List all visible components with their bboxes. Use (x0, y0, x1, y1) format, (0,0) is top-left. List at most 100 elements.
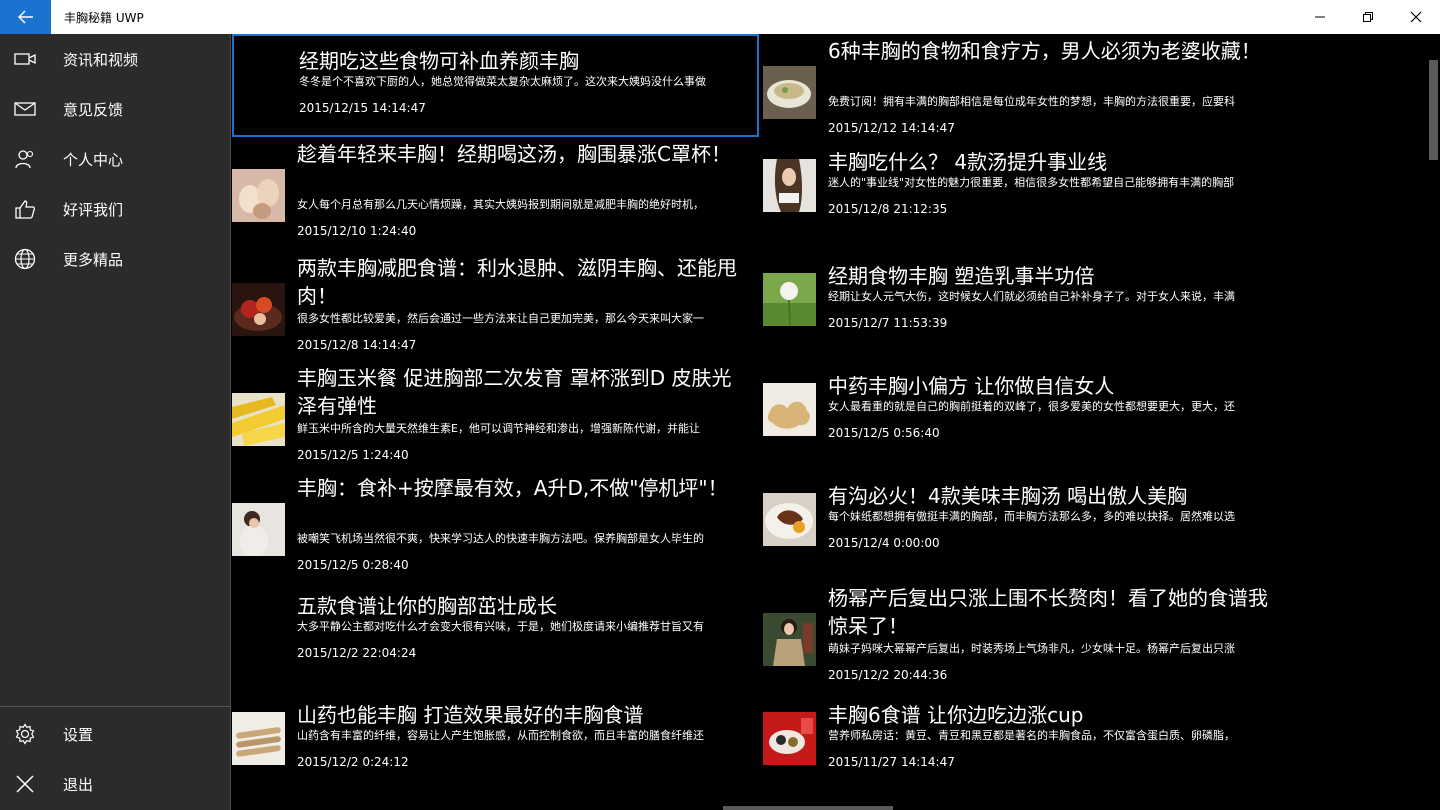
article-thumbnail (763, 383, 816, 436)
article-summary: 大多平静公主都对吃什么才会变大很有兴味，于是，她们极度请来小编推荐甘旨又有 (297, 620, 704, 633)
article-thumbnail (232, 393, 285, 446)
article-summary: 营养师私房话：黄豆、青豆和黑豆都是著名的丰胸食品，不仅富含蛋白质、卵磷脂， (828, 729, 1235, 742)
close-icon (1410, 11, 1422, 23)
article-thumbnail (763, 613, 816, 666)
article-title: 趁着年轻来丰胸！经期喝这汤，胸围暴涨C罩杯！ (297, 142, 731, 166)
sidebar-item-rate-us[interactable]: 好评我们 (0, 184, 231, 234)
restore-button[interactable] (1344, 0, 1392, 34)
article-card[interactable]: 丰胸：食补+按摩最有效，A升D,不做"停机坪"！ 被嘲笑飞机场当然很不爽，快来学习… (232, 471, 759, 574)
article-title: 丰胸6食谱 让你边吃边涨cup (828, 703, 1084, 727)
article-title: 五款食谱让你的胸部茁壮成长 (297, 594, 557, 618)
article-date: 2015/12/12 14:14:47 (828, 121, 955, 135)
article-thumbnail (763, 66, 816, 119)
article-grid: 经期吃这些食物可补血养颜丰胸冬冬是个不喜欢下厨的人，她总觉得做菜太复杂太麻烦了。… (232, 34, 1427, 810)
article-thumbnail (232, 712, 285, 765)
close-icon (16, 775, 34, 793)
app-title: 丰胸秘籍 UWP (64, 10, 144, 25)
back-arrow-icon (17, 10, 33, 24)
article-title: 山药也能丰胸 打造效果最好的丰胸食谱 (297, 703, 644, 727)
horizontal-scrollbar-thumb[interactable] (723, 806, 893, 810)
sidebar-item-label: 意见反馈 (63, 100, 124, 119)
sidebar-item-label: 设置 (63, 725, 94, 744)
article-card[interactable]: 趁着年轻来丰胸！经期喝这汤，胸围暴涨C罩杯！ 女人每个月总有那么几天心情烦躁，其实… (232, 137, 759, 240)
article-title: 丰胸玉米餐 促进胸部二次发育 罩杯涨到D 皮肤光泽有弹性 (297, 366, 732, 418)
article-title: 丰胸：食补+按摩最有效，A升D,不做"停机坪"！ (297, 476, 728, 500)
close-window-button[interactable] (1392, 0, 1440, 34)
article-title: 两款丰胸减肥食谱：利水退肿、滋阴丰胸、还能甩肉！ (297, 256, 737, 308)
title-bar: 丰胸秘籍 UWP (0, 0, 1440, 34)
article-summary: 经期让女人元气大伤，这时候女人们就必须给自己补补身子了。对于女人来说，丰满 (828, 290, 1235, 303)
article-thumbnail (763, 712, 816, 765)
article-card[interactable]: 五款食谱让你的胸部茁壮成长大多平静公主都对吃什么才会变大很有兴味，于是，她们极度… (232, 581, 759, 684)
article-summary: 山药含有丰富的纤维，容易让人产生饱胀感，从而控制食欲，而且丰富的膳食纤维还 (297, 729, 704, 742)
article-summary: 被嘲笑飞机场当然很不爽，快来学习达人的快速丰胸方法吧。保养胸部是女人毕生的 (297, 532, 704, 545)
article-date: 2015/12/5 1:24:40 (297, 448, 409, 462)
sidebar-item-more-apps[interactable]: 更多精品 (0, 234, 231, 284)
article-card[interactable]: 中药丰胸小偏方 让你做自信女人女人最看重的就是自己的胸前挺着的双峰了，很多爱美的… (763, 361, 1290, 464)
article-card[interactable]: 经期食物丰胸 塑造乳事半功倍经期让女人元气大伤，这时候女人们就必须给自己补补身子… (763, 251, 1290, 354)
article-thumbnail (763, 159, 816, 212)
globe-icon (14, 248, 36, 270)
article-title: 丰胸吃什么？ 4款汤提升事业线 (828, 150, 1108, 174)
article-card[interactable]: 丰胸吃什么？ 4款汤提升事业线迷人的"事业线"对女性的魅力很重要，相信很多女性都… (763, 137, 1290, 240)
sidebar-item-label: 个人中心 (63, 150, 124, 169)
article-card[interactable]: 杨幂产后复出只涨上围不长赘肉！看了她的食谱我惊呆了！ 萌妹子妈咪大幂幂产后复出，时… (763, 581, 1290, 684)
article-summary: 女人每个月总有那么几天心情烦躁，其实大姨妈报到期间就是减肥丰胸的绝好时机， (297, 198, 704, 211)
article-card[interactable]: 丰胸玉米餐 促进胸部二次发育 罩杯涨到D 皮肤光泽有弹性 鲜玉米中所含的大量天然维… (232, 361, 759, 464)
restore-icon (1363, 12, 1373, 22)
article-date: 2015/12/10 1:24:40 (297, 224, 417, 238)
article-date: 2015/11/27 14:14:47 (828, 755, 955, 769)
article-date: 2015/12/15 14:14:47 (299, 101, 426, 115)
sidebar: 资讯和视频 意见反馈 个人中心 好评我们 更多精品 设置 退出 (0, 34, 231, 810)
article-summary: 冬冬是个不喜欢下厨的人，她总觉得做菜太复杂太麻烦了。这次来大姨妈没什么事做 (299, 75, 706, 88)
article-date: 2015/12/8 14:14:47 (297, 338, 417, 352)
article-date: 2015/12/5 0:56:40 (828, 426, 940, 440)
article-date: 2015/12/8 21:12:35 (828, 202, 948, 216)
article-card[interactable]: 有沟必火！4款美味丰胸汤 喝出傲人美胸每个妹纸都想拥有傲挺丰满的胸部，而丰胸方法… (763, 471, 1290, 574)
sidebar-item-profile[interactable]: 个人中心 (0, 134, 231, 184)
article-date: 2015/12/2 22:04:24 (297, 646, 417, 660)
article-summary: 很多女性都比较爱美，然后会通过一些方法来让自己更加完美，那么今天来叫大家一 (297, 312, 704, 325)
article-thumbnail (232, 169, 285, 222)
article-title: 6种丰胸的食物和食疗方，男人必须为老婆收藏！ (828, 39, 1261, 63)
sidebar-item-settings[interactable]: 设置 (0, 709, 231, 759)
back-button[interactable] (0, 0, 51, 34)
article-card[interactable]: 山药也能丰胸 打造效果最好的丰胸食谱山药含有丰富的纤维，容易让人产生饱胀感，从而… (232, 690, 759, 793)
scrollbar-thumb[interactable] (1429, 60, 1438, 160)
article-title: 中药丰胸小偏方 让你做自信女人 (828, 374, 1115, 398)
vertical-scrollbar[interactable] (1427, 34, 1440, 810)
article-thumbnail (763, 273, 816, 326)
article-summary: 迷人的"事业线"对女性的魅力很重要，相信很多女性都希望自己能够拥有丰满的胸部 (828, 176, 1235, 189)
article-card[interactable]: 经期吃这些食物可补血养颜丰胸冬冬是个不喜欢下厨的人，她总觉得做菜太复杂太麻烦了。… (232, 34, 759, 137)
article-thumbnail (763, 493, 816, 546)
article-date: 2015/12/5 0:28:40 (297, 558, 409, 572)
article-title: 经期吃这些食物可补血养颜丰胸 (299, 49, 579, 73)
sidebar-item-label: 资讯和视频 (63, 50, 139, 69)
sidebar-divider (0, 706, 231, 707)
person-icon (15, 150, 34, 169)
article-date: 2015/12/2 20:44:36 (828, 668, 948, 682)
sidebar-item-news-video[interactable]: 资讯和视频 (0, 34, 231, 84)
sidebar-item-label: 更多精品 (63, 250, 124, 269)
article-card[interactable]: 丰胸6食谱 让你边吃边涨cup 营养师私房话：黄豆、青豆和黑豆都是著名的丰胸食品，… (763, 690, 1290, 793)
article-date: 2015/12/4 0:00:00 (828, 536, 940, 550)
mail-icon (14, 102, 36, 116)
minimize-icon (1315, 16, 1325, 18)
article-summary: 女人最看重的就是自己的胸前挺着的双峰了，很多爱美的女性都想要更大，更大，还 (828, 400, 1235, 413)
article-thumbnail (232, 503, 285, 556)
article-card[interactable]: 6种丰胸的食物和食疗方，男人必须为老婆收藏！ 免费订阅！拥有丰满的胸部相信是每位成… (763, 34, 1290, 137)
article-title: 经期食物丰胸 塑造乳事半功倍 (828, 264, 1095, 288)
article-card[interactable]: 两款丰胸减肥食谱：利水退肿、滋阴丰胸、还能甩肉！ 很多女性都比较爱美，然后会通过一… (232, 251, 759, 354)
article-summary: 每个妹纸都想拥有傲挺丰满的胸部，而丰胸方法那么多，多的难以抉择。居然难以选 (828, 510, 1235, 523)
sidebar-item-feedback[interactable]: 意见反馈 (0, 84, 231, 134)
article-summary: 萌妹子妈咪大幂幂产后复出，时装秀场上气场非凡，少女味十足。杨幂产后复出只涨 (828, 642, 1235, 655)
minimize-button[interactable] (1296, 0, 1344, 34)
article-title: 杨幂产后复出只涨上围不长赘肉！看了她的食谱我惊呆了！ (828, 586, 1268, 638)
sidebar-item-label: 好评我们 (63, 200, 124, 219)
article-title: 有沟必火！4款美味丰胸汤 喝出傲人美胸 (828, 484, 1188, 508)
article-thumbnail (232, 283, 285, 336)
sidebar-item-exit[interactable]: 退出 (0, 759, 231, 809)
article-summary: 免费订阅！拥有丰满的胸部相信是每位成年女性的梦想，丰胸的方法很重要，应要科 (828, 95, 1235, 108)
video-camera-icon (14, 53, 36, 65)
sidebar-item-label: 退出 (63, 775, 94, 794)
